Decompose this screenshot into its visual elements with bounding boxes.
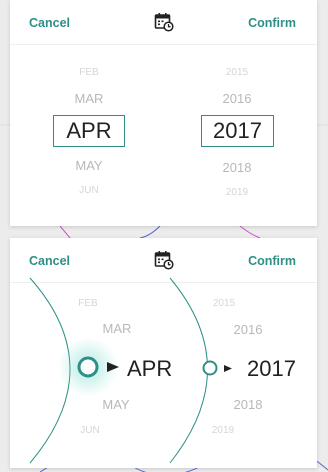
month-knob[interactable]: [76, 355, 102, 379]
year-option[interactable]: 2018: [234, 397, 263, 412]
confirm-button[interactable]: Confirm: [248, 16, 296, 30]
selected-month-label: APR: [66, 118, 112, 143]
calendar-clock-icon[interactable]: [154, 12, 174, 32]
arc-track: [29, 277, 208, 464]
year-option[interactable]: 2016: [234, 322, 263, 337]
date-picker-arc: Cancel Confirm FEB MAR APR MAY JUN 2015 …: [10, 238, 317, 468]
year-option[interactable]: 2016: [223, 91, 252, 106]
selected-month[interactable]: APR: [127, 356, 172, 382]
month-option[interactable]: MAR: [103, 321, 132, 336]
pointer-arrow-icon: [107, 362, 119, 372]
year-knob[interactable]: [201, 359, 219, 377]
month-option[interactable]: MAY: [75, 158, 102, 173]
month-option[interactable]: JUN: [80, 425, 99, 436]
month-option[interactable]: FEB: [79, 67, 98, 78]
picker-header: Cancel Confirm: [10, 0, 317, 45]
year-option[interactable]: 2015: [226, 67, 248, 78]
pointer-arrow-icon: [224, 365, 232, 372]
selected-year[interactable]: 2017: [201, 115, 274, 147]
year-option[interactable]: 2018: [223, 160, 252, 175]
year-option[interactable]: 2019: [226, 187, 248, 198]
selected-month[interactable]: APR: [53, 115, 125, 147]
month-option[interactable]: JUN: [79, 185, 98, 196]
cancel-button[interactable]: Cancel: [29, 16, 70, 30]
selected-year-label: 2017: [213, 118, 262, 143]
selected-year[interactable]: 2017: [247, 356, 296, 382]
year-option[interactable]: 2019: [212, 425, 234, 436]
month-option[interactable]: MAR: [75, 91, 104, 106]
date-picker-wheel: Cancel Confirm FEB MAR APR MAY JUN 2015 …: [10, 0, 317, 226]
year-option[interactable]: 2015: [213, 298, 235, 309]
month-option[interactable]: MAY: [102, 397, 129, 412]
month-option[interactable]: FEB: [78, 298, 97, 309]
